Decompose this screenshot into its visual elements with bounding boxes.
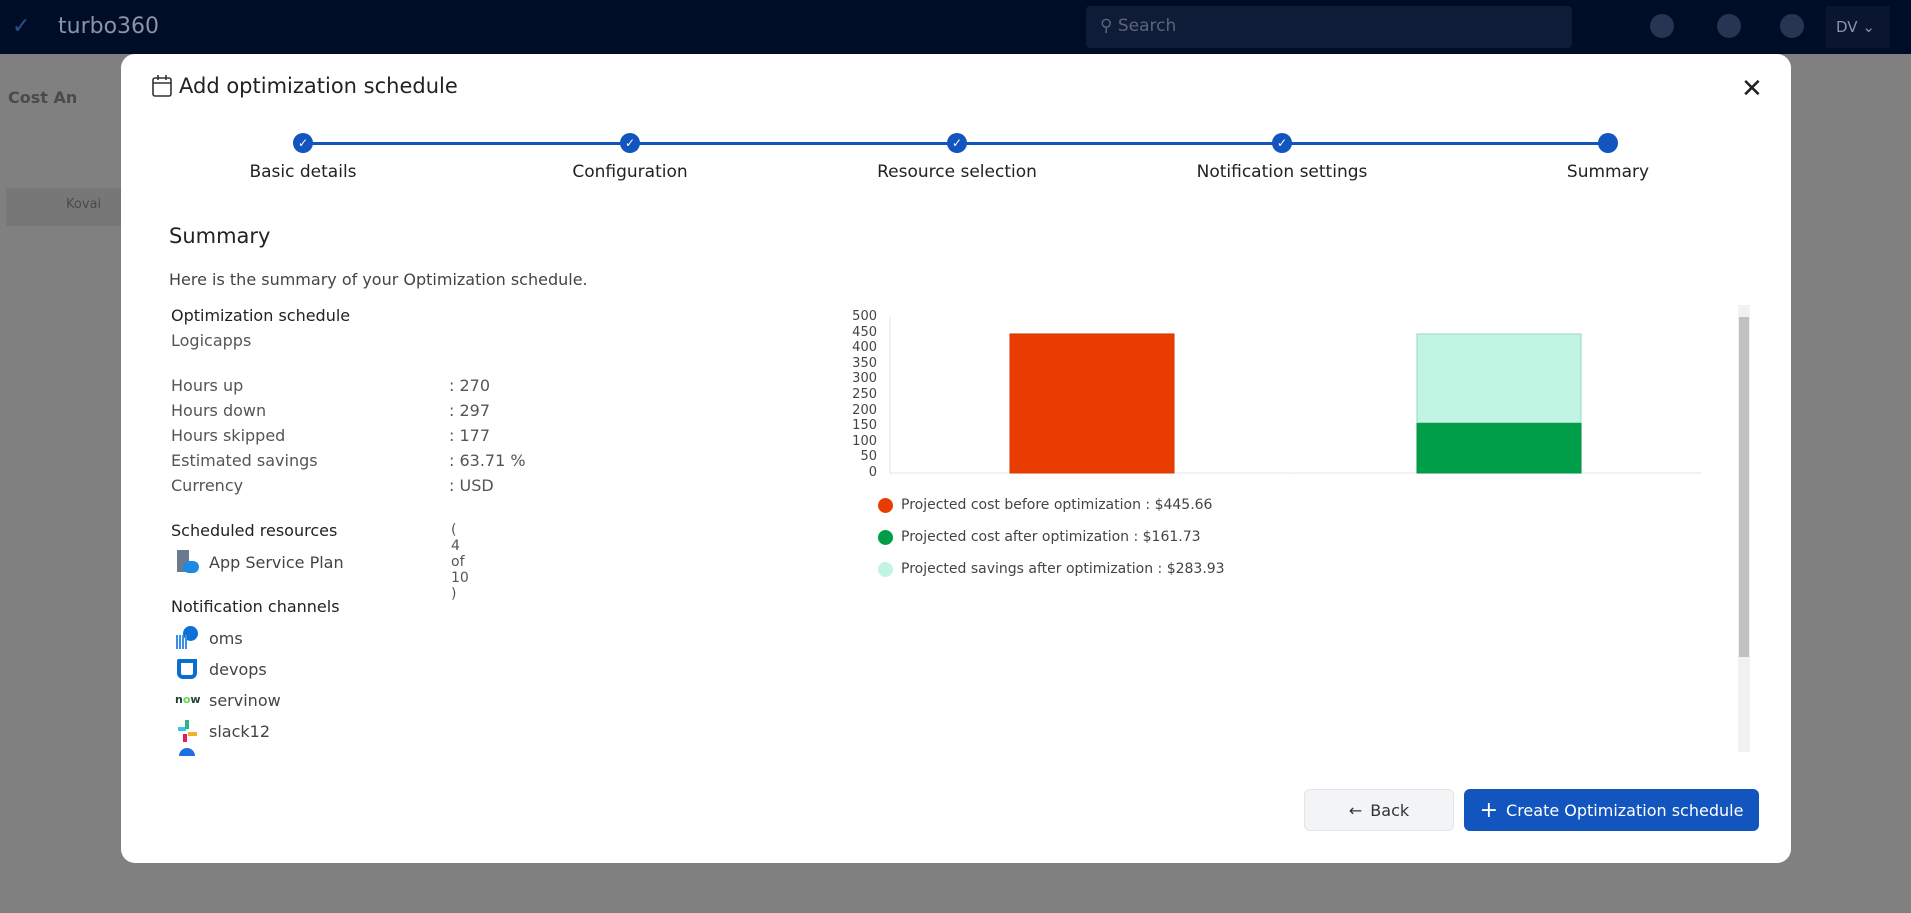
channel-name: devops bbox=[209, 659, 267, 679]
turbo360-logo: ✓ bbox=[12, 14, 31, 39]
legend-item: Projected cost after optimization : $161… bbox=[878, 529, 1201, 545]
channel-item: oms bbox=[175, 626, 243, 650]
channel-item: now servinow bbox=[175, 688, 281, 712]
legend-label: Projected savings after optimization : $… bbox=[901, 561, 1225, 577]
channel-icon-partial bbox=[179, 748, 195, 756]
brand-name: turbo360 bbox=[58, 14, 160, 39]
y-tick-label: 100 bbox=[852, 433, 877, 449]
legend-item: Projected cost before optimization : $44… bbox=[878, 497, 1212, 513]
channel-name: servinow bbox=[209, 690, 281, 710]
bar-1-series-1 bbox=[1009, 333, 1175, 474]
chart-scrollbar[interactable] bbox=[1738, 305, 1750, 752]
user-menu[interactable]: DV ⌄ bbox=[1826, 6, 1890, 48]
scrollbar-thumb[interactable] bbox=[1739, 317, 1749, 657]
search-placeholder: Search bbox=[1117, 16, 1177, 36]
legend-label: Projected cost before optimization : $44… bbox=[901, 497, 1213, 513]
gear-icon[interactable] bbox=[1780, 14, 1804, 38]
channel-item: devops bbox=[175, 657, 267, 681]
channel-item: slack12 bbox=[175, 719, 270, 743]
resource-name: App Service Plan bbox=[209, 552, 344, 572]
channel-name: slack12 bbox=[209, 721, 271, 741]
top-navbar: ✓ turbo360 ⚲ Search DV ⌄ bbox=[0, 0, 1911, 54]
bg-tree-item: Kovai bbox=[66, 197, 102, 212]
channel-name: oms bbox=[209, 628, 243, 648]
channels-heading: Notification channels bbox=[171, 597, 340, 616]
legend-item: Projected savings after optimization : $… bbox=[878, 561, 1225, 577]
azure-devops-icon bbox=[175, 657, 199, 681]
servicenow-icon: now bbox=[175, 693, 201, 706]
plus-icon: + bbox=[1479, 797, 1499, 823]
y-tick-label: 500 bbox=[852, 309, 877, 324]
detail-value: : USD bbox=[449, 476, 494, 495]
search-input[interactable]: ⚲ Search bbox=[1086, 6, 1572, 48]
y-tick-label: 250 bbox=[852, 387, 877, 402]
y-tick-label: 450 bbox=[852, 324, 877, 340]
y-tick-label: 150 bbox=[852, 418, 877, 434]
resource-item: App Service Plan ( 4 of 10 ) bbox=[175, 522, 469, 602]
back-button[interactable]: ← Back bbox=[1304, 789, 1454, 831]
slack-icon bbox=[175, 719, 199, 743]
arrow-left-icon: ← bbox=[1348, 800, 1363, 820]
detail-label: Currency bbox=[171, 476, 244, 495]
y-tick-label: 50 bbox=[860, 449, 877, 465]
resources-heading: Scheduled resources bbox=[171, 521, 338, 540]
bg-page-title: Cost An bbox=[8, 88, 78, 107]
y-tick-label: 350 bbox=[852, 355, 877, 371]
back-label: Back bbox=[1370, 800, 1410, 820]
avatar: DV bbox=[1836, 18, 1858, 36]
legend-dot-icon bbox=[878, 497, 893, 513]
bar-2-series-3 bbox=[1416, 333, 1582, 424]
y-tick-label: 300 bbox=[852, 371, 877, 387]
add-optimization-schedule-dialog: Add optimization schedule ✕ ✓ Basic detai… bbox=[121, 54, 1791, 863]
create-label: Create Optimization schedule bbox=[1506, 800, 1744, 820]
y-tick-label: 400 bbox=[852, 340, 877, 356]
bell-icon[interactable] bbox=[1717, 14, 1741, 38]
bar-2-series-2 bbox=[1416, 422, 1582, 474]
legend-label: Projected cost after optimization : $161… bbox=[901, 529, 1201, 545]
cost-chart bbox=[889, 317, 1701, 474]
bg-tree-row: Kovai bbox=[6, 188, 121, 226]
announcement-icon[interactable] bbox=[1650, 14, 1674, 38]
legend-dot-icon bbox=[878, 529, 893, 545]
app-service-plan-icon bbox=[175, 550, 199, 574]
resource-count: ( 4 of 10 ) bbox=[451, 522, 469, 602]
oms-icon bbox=[175, 626, 199, 650]
y-tick-label: 200 bbox=[852, 402, 877, 418]
legend-dot-icon bbox=[878, 561, 893, 577]
y-tick-label: 0 bbox=[868, 465, 877, 480]
create-schedule-button[interactable]: + Create Optimization schedule bbox=[1464, 789, 1759, 831]
